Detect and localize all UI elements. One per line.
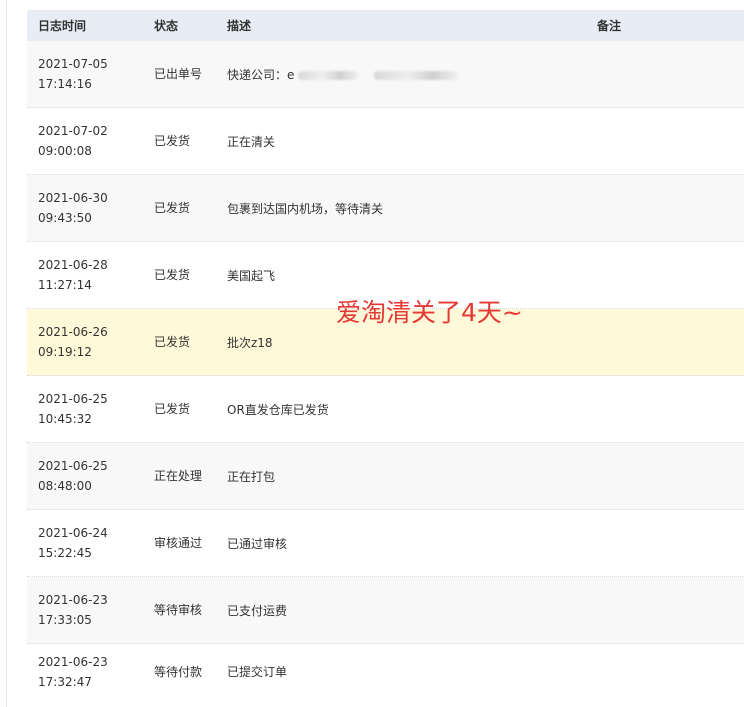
row-description: 已提交订单 (227, 665, 288, 679)
row-date: 2021-06-25 (38, 392, 108, 406)
row-description: 批次z18 (227, 335, 273, 350)
row-clock: 11:27:14 (38, 278, 92, 292)
row-description: 快递公司：e (227, 67, 295, 82)
redacted-blur (374, 70, 459, 80)
row-description: 已通过审核 (227, 536, 288, 551)
row-status: 正在处理 (154, 469, 203, 483)
row-clock: 09:00:08 (38, 144, 92, 158)
row-description: 正在清关 (227, 134, 276, 149)
row-time: 2021-07-02 09:00:08 (27, 121, 154, 161)
row-status: 已发货 (154, 335, 191, 349)
table-row: 2021-06-23 17:33:05 等待审核 已支付运费 (27, 577, 744, 644)
row-clock: 09:19:12 (38, 345, 92, 359)
row-status: 等待审核 (154, 603, 203, 617)
row-date: 2021-06-28 (38, 258, 108, 272)
row-time: 2021-06-24 15:22:45 (27, 523, 154, 563)
header-note: 备注 (597, 19, 622, 33)
header-description: 描述 (227, 19, 252, 33)
table-header: 日志时间 状态 描述 备注 (27, 10, 744, 41)
row-status: 已发货 (154, 201, 191, 215)
redacted-blur (298, 70, 359, 80)
row-status: 等待付款 (154, 664, 203, 679)
row-time: 2021-06-23 17:32:47 (27, 652, 154, 692)
row-description: OR直发仓库已发货 (227, 402, 329, 417)
table-row: 2021-06-25 10:45:32 已发货 OR直发仓库已发货 (27, 376, 744, 443)
row-time: 2021-06-30 09:43:50 (27, 188, 154, 228)
table-row: 2021-06-25 08:48:00 正在处理 正在打包 (27, 443, 744, 510)
row-clock: 17:32:47 (38, 674, 92, 689)
row-description: 已支付运费 (227, 603, 288, 618)
row-date: 2021-07-02 (38, 124, 108, 138)
row-status: 已发货 (154, 268, 191, 282)
table-row: 2021-06-30 09:43:50 已发货 包裹到达国内机场，等待清关 (27, 175, 744, 242)
header-time: 日志时间 (38, 19, 87, 33)
row-time: 2021-07-05 17:14:16 (27, 54, 154, 94)
header-status: 状态 (154, 19, 179, 33)
row-status: 已发货 (154, 402, 191, 416)
table-row: 2021-07-02 09:00:08 已发货 正在清关 (27, 108, 744, 175)
row-date: 2021-06-26 (38, 325, 108, 339)
row-description: 包裹到达国内机场，等待清关 (227, 201, 384, 216)
row-status: 已发货 (154, 134, 191, 148)
red-annotation-text: 爱淘清关了4天~ (336, 298, 523, 327)
logistics-log-panel: 日志时间 状态 描述 备注 2021-07-05 17:14:16 已出单号 快… (6, 0, 744, 707)
logistics-log-table: 日志时间 状态 描述 备注 2021-07-05 17:14:16 已出单号 快… (27, 10, 744, 699)
row-clock: 09:43:50 (38, 211, 92, 225)
row-description: 正在打包 (227, 469, 276, 484)
row-clock: 15:22:45 (38, 546, 92, 560)
row-status: 审核通过 (154, 536, 203, 550)
row-time: 2021-06-23 17:33:05 (27, 590, 154, 630)
row-description-cell: 快递公司：e (227, 66, 524, 83)
row-date: 2021-06-24 (38, 526, 108, 540)
row-description: 美国起飞 (227, 268, 276, 283)
row-date: 2021-06-23 (38, 593, 108, 607)
row-clock: 17:14:16 (38, 77, 92, 91)
row-clock: 10:45:32 (38, 412, 92, 426)
row-clock: 08:48:00 (38, 479, 92, 493)
row-time: 2021-06-25 10:45:32 (27, 389, 154, 429)
row-date: 2021-06-30 (38, 191, 108, 205)
row-date: 2021-07-05 (38, 57, 108, 71)
row-date: 2021-06-23 (38, 654, 108, 669)
table-row: 2021-06-23 17:32:47 等待付款 已提交订单 (27, 644, 744, 699)
row-date: 2021-06-25 (38, 459, 108, 473)
row-time: 2021-06-25 08:48:00 (27, 456, 154, 496)
row-time: 2021-06-26 09:19:12 (27, 322, 154, 362)
table-row: 2021-07-05 17:14:16 已出单号 快递公司：e (27, 41, 744, 108)
table-row: 2021-06-24 15:22:45 审核通过 已通过审核 (27, 510, 744, 577)
row-status: 已出单号 (154, 67, 203, 81)
row-time: 2021-06-28 11:27:14 (27, 255, 154, 295)
row-clock: 17:33:05 (38, 613, 92, 627)
